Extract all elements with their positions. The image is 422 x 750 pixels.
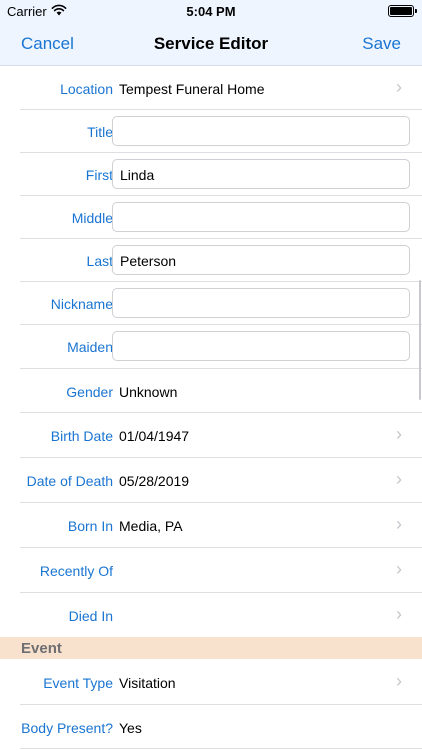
row-label: Died In bbox=[68, 608, 113, 624]
top-bar: Carrier 5:04 PM Cancel Service Editor Sa… bbox=[0, 0, 422, 66]
scroll-indicator[interactable] bbox=[419, 280, 421, 400]
row-value: Media, PA bbox=[119, 518, 183, 534]
row-label: Recently Of bbox=[39, 563, 113, 579]
row-value: 05/28/2019 bbox=[119, 473, 190, 489]
title-field[interactable] bbox=[112, 116, 410, 146]
row-value: 01/04/1947 bbox=[119, 428, 190, 444]
maiden-name-field[interactable] bbox=[112, 331, 410, 361]
row-recently-of[interactable]: Recently Of › bbox=[0, 548, 422, 593]
form-list: Location Tempest Funeral Home › Title Fi… bbox=[0, 66, 422, 749]
chevron-right-icon: › bbox=[396, 469, 402, 489]
battery-fill bbox=[390, 7, 412, 15]
row-separator bbox=[20, 748, 422, 749]
row-value: Visitation bbox=[119, 675, 176, 691]
chevron-right-icon: › bbox=[396, 514, 402, 534]
row-label: Event Type bbox=[43, 675, 113, 691]
chevron-right-icon: › bbox=[396, 671, 402, 691]
section-header-event: Event bbox=[0, 637, 422, 659]
first-name-field[interactable]: Linda bbox=[112, 159, 410, 189]
row-last: Last Peterson bbox=[0, 239, 422, 282]
middle-name-field[interactable] bbox=[112, 202, 410, 232]
row-label: Body Present? bbox=[21, 720, 113, 736]
row-value: Yes bbox=[119, 720, 142, 736]
chevron-right-icon: › bbox=[396, 559, 402, 579]
battery-icon bbox=[388, 5, 417, 17]
row-location[interactable]: Location Tempest Funeral Home › bbox=[0, 66, 422, 110]
row-label: Nickname bbox=[50, 296, 113, 312]
row-label: Title bbox=[87, 124, 113, 140]
row-label: First bbox=[85, 167, 113, 183]
row-label: Last bbox=[86, 253, 113, 269]
save-button[interactable]: Save bbox=[362, 34, 401, 54]
row-date-of-death[interactable]: Date of Death 05/28/2019 › bbox=[0, 458, 422, 503]
row-body-present[interactable]: Body Present? Yes bbox=[0, 705, 422, 749]
row-label: Middle bbox=[71, 210, 113, 226]
row-value: Unknown bbox=[119, 384, 178, 400]
row-died-in[interactable]: Died In › bbox=[0, 593, 422, 637]
row-value: Tempest Funeral Home bbox=[119, 81, 265, 97]
navigation-bar: Cancel Service Editor Save bbox=[0, 22, 422, 66]
row-event-type[interactable]: Event Type Visitation › bbox=[0, 659, 422, 705]
row-label: Maiden bbox=[67, 339, 113, 355]
battery-nub bbox=[415, 9, 417, 13]
status-time: 5:04 PM bbox=[186, 4, 236, 19]
chevron-right-icon: › bbox=[396, 604, 402, 624]
row-label: Date of Death bbox=[26, 473, 113, 489]
row-title: Title bbox=[0, 110, 422, 153]
chevron-right-icon: › bbox=[396, 77, 402, 97]
row-label: Gender bbox=[66, 384, 113, 400]
status-bar: Carrier 5:04 PM bbox=[0, 0, 422, 22]
row-middle: Middle bbox=[0, 196, 422, 239]
row-maiden: Maiden bbox=[0, 325, 422, 369]
row-birth-date[interactable]: Birth Date 01/04/1947 › bbox=[0, 413, 422, 458]
row-label: Location bbox=[60, 81, 113, 97]
row-born-in[interactable]: Born In Media, PA › bbox=[0, 503, 422, 548]
chevron-right-icon: › bbox=[396, 424, 402, 444]
section-title: Event bbox=[21, 640, 62, 657]
nickname-field[interactable] bbox=[112, 288, 410, 318]
row-label: Birth Date bbox=[50, 428, 113, 444]
row-first: First Linda bbox=[0, 153, 422, 196]
last-name-field[interactable]: Peterson bbox=[112, 245, 410, 275]
row-nickname: Nickname bbox=[0, 282, 422, 325]
row-label: Born In bbox=[67, 518, 113, 534]
page-title: Service Editor bbox=[153, 34, 269, 53]
row-gender[interactable]: Gender Unknown bbox=[0, 369, 422, 413]
